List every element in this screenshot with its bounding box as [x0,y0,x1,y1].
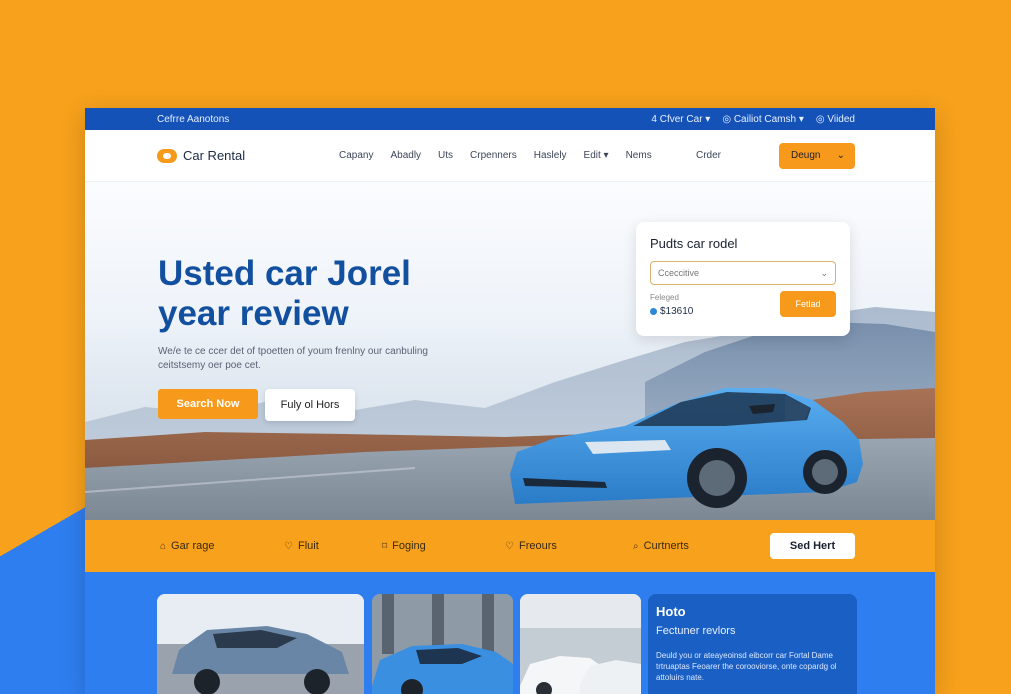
car-photo-white-cars [520,594,641,694]
strip-item-garage[interactable]: ⌂ Gar rage [160,540,284,552]
info-card[interactable]: Hoto Fectuner revlors Deuld you or ateay… [648,594,857,694]
car-card-2[interactable] [372,594,513,694]
info-card-body: Deuld you or ateayeoinsd eibcorr car For… [656,651,837,682]
strip-item-label: Fluit [297,540,319,552]
widget-price-value: $13610 [660,306,694,317]
car-photo-blue-bmw [372,594,513,694]
top-bar-menu: 4 Cfver Car ▾ ◎ Cailiot Camsh ▾ ◎ Viided [651,114,855,125]
hero-title-line-2: year review [158,294,349,333]
strip-item-label: Curtnerts [643,540,689,552]
hero-section: Usted car Jorel year review We/e te ce c… [85,182,935,520]
background-blue-shape [0,430,90,694]
design-button[interactable]: Deugn ⌄ [779,142,855,169]
car-photo-grey-sedan [157,594,364,694]
nav-link-haslely[interactable]: Haslely [534,150,567,161]
top-bar-left-text: Cefrre Aanotons [157,113,230,125]
nav-link-crder[interactable]: Crder [696,150,721,161]
nav-links: Capany Abadly Uts Crpenners Haslely Edit… [339,150,696,161]
brand-name: Car Rental [183,148,246,163]
chevron-down-icon: ⌄ [836,150,845,161]
car-model-select-value: Cceccitive [658,268,700,278]
strip-item-foging[interactable]: ⌑ Foging [382,540,505,552]
heart-icon: ♡ [505,540,514,552]
widget-price-block: Feleged $13610 [650,293,693,317]
hero-title-line-1: Usted car Jorel [158,254,411,293]
widget-submit-button[interactable]: Fetlad [780,291,836,317]
brand-logo[interactable]: Car Rental [157,148,339,163]
top-bar-item-account[interactable]: ◎ Cailiot Camsh ▾ [722,114,804,125]
strip-item-curtnerts[interactable]: ⌕ Curtnerts [633,540,689,552]
design-button-label: Deugn [791,150,821,161]
car-logo-icon [157,148,177,163]
nav-link-nems[interactable]: Nems [626,150,652,161]
car-model-select[interactable]: Cceccitive ⌄ [650,261,836,285]
info-card-title: Hoto [656,604,686,619]
car-card-1[interactable] [157,594,364,694]
hero-subtitle: We/e te ce ccer det of tpoetten of youm … [158,346,428,371]
main-nav: Car Rental Capany Abadly Uts Crpenners H… [85,130,935,182]
nav-link-uts[interactable]: Uts [438,150,453,161]
strip-item-fuel[interactable]: ♡ Fluit [284,540,382,552]
top-bar: Cefrre Aanotons 4 Cfver Car ▾ ◎ Cailiot … [85,108,935,130]
strip-item-label: Gar rage [171,540,215,552]
search-icon: ⌕ [633,540,639,552]
car-card-3[interactable] [520,594,641,694]
top-bar-item-car[interactable]: 4 Cfver Car ▾ [651,114,710,125]
nav-link-capany[interactable]: Capany [339,150,373,161]
garage-icon: ⌂ [160,540,167,552]
tag-icon: ⌑ [382,540,388,552]
widget-price-row: Feleged $13610 Fetlad [650,291,836,317]
info-card-subtitle: Fectuner revlors [656,625,736,637]
widget-price: $13610 [650,306,693,317]
hero-title: Usted car Jorel year review [158,254,498,334]
widget-price-label: Feleged [650,293,679,302]
nav-link-crpenners[interactable]: Crpenners [470,150,517,161]
strip-action-button[interactable]: Sed Hert [770,533,855,559]
price-dot-icon [650,308,657,315]
nav-link-edit[interactable]: Edit ▾ [584,150,609,161]
car-model-search-widget: Pudts car rodel Cceccitive ⌄ Feleged $13… [636,222,850,336]
secondary-hero-button[interactable]: Fuly ol Hors [265,389,355,421]
strip-item-label: Foging [392,540,426,552]
browser-window: Cefrre Aanotons 4 Cfver Car ▾ ◎ Cailiot … [85,108,935,694]
feature-strip: ⌂ Gar rage ♡ Fluit ⌑ Foging ♡ Freours ⌕ … [85,520,935,572]
search-now-button[interactable]: Search Now [158,389,258,419]
widget-title: Pudts car rodel [650,236,738,251]
listings-section: Hoto Fectuner revlors Deuld you or ateay… [85,572,935,694]
fuel-icon: ♡ [284,540,293,552]
strip-item-freours[interactable]: ♡ Freours [505,540,633,552]
top-bar-item-visited[interactable]: ◎ Viided [816,114,855,125]
nav-link-abadly[interactable]: Abadly [390,150,421,161]
strip-item-label: Freours [518,540,557,552]
chevron-down-icon: ⌄ [820,267,828,278]
